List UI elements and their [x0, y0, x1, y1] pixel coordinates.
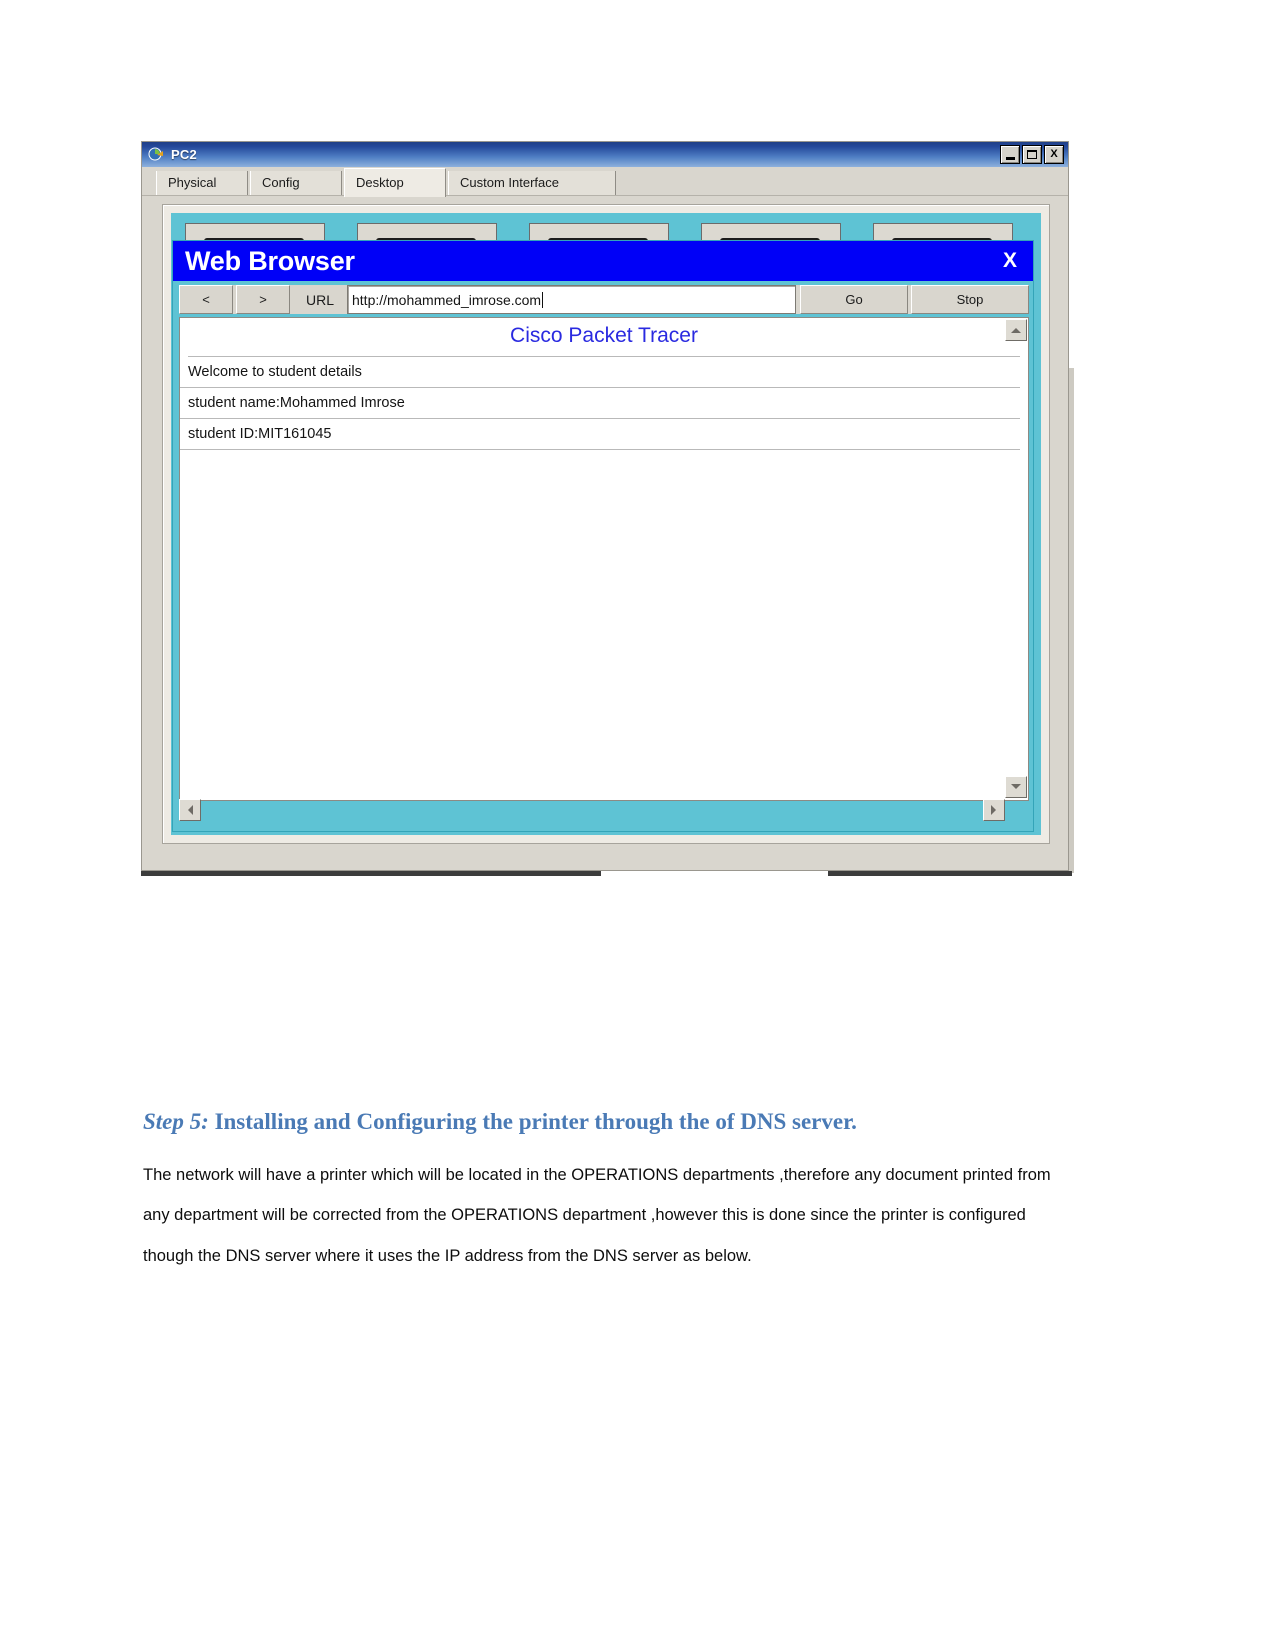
document-paragraph: The network will have a printer which wi…	[143, 1166, 1051, 1265]
minimize-button[interactable]	[1000, 145, 1020, 164]
stop-button[interactable]: Stop	[911, 285, 1029, 314]
go-button[interactable]: Go	[800, 285, 908, 314]
tab-physical[interactable]: Physical	[156, 171, 248, 196]
window-controls: X	[1000, 145, 1064, 164]
url-input[interactable]: http://mohammed_imrose.com	[347, 285, 796, 314]
scroll-down-button[interactable]	[1005, 776, 1027, 798]
scroll-left-button[interactable]	[179, 799, 201, 821]
url-label: URL	[293, 285, 347, 314]
web-browser-close-icon[interactable]: X	[989, 242, 1031, 280]
heading-rest: Installing and Configuring the printer t…	[208, 1109, 857, 1134]
packet-tracer-icon	[148, 146, 165, 163]
text-caret	[542, 291, 544, 308]
page-viewport: Cisco Packet Tracer Welcome to student d…	[179, 317, 1029, 801]
maximize-button[interactable]	[1022, 145, 1042, 164]
window-bottom-shadow-left	[141, 871, 601, 876]
forward-button[interactable]: >	[236, 285, 290, 314]
tab-custom-interface[interactable]: Custom Interface	[448, 171, 616, 196]
pc2-title: PC2	[171, 147, 197, 162]
scroll-right-button[interactable]	[983, 799, 1005, 821]
tab-desktop[interactable]: Desktop	[344, 168, 446, 197]
heading-step-label: Step 5:	[143, 1109, 209, 1134]
url-input-value: http://mohammed_imrose.com	[352, 291, 542, 308]
web-browser-window: Web Browser X < > URL http://mohammed_im…	[172, 240, 1034, 832]
tab-config[interactable]: Config	[250, 171, 342, 196]
page-heading: Cisco Packet Tracer	[188, 318, 1020, 357]
back-button[interactable]: <	[179, 285, 233, 314]
pc2-titlebar[interactable]: PC2 X	[142, 142, 1068, 167]
close-button[interactable]: X	[1044, 145, 1064, 164]
web-browser-titlebar: Web Browser X	[173, 241, 1033, 281]
window-edge-shadow	[1069, 368, 1074, 873]
document-heading: Step 5: Installing and Configuring the p…	[143, 1108, 1063, 1137]
browser-toolbar: < > URL http://mohammed_imrose.com Go St…	[179, 285, 1029, 314]
window-bottom-shadow-right	[828, 871, 1072, 876]
page-line: Welcome to student details	[180, 357, 1020, 388]
page-line: student name:Mohammed Imrose	[180, 388, 1020, 419]
web-browser-title: Web Browser	[185, 245, 355, 276]
pc2-tab-strip: Physical Config Desktop Custom Interface	[142, 167, 1068, 197]
page-line: student ID:MIT161045	[180, 419, 1020, 450]
scroll-up-button[interactable]	[1005, 319, 1027, 341]
